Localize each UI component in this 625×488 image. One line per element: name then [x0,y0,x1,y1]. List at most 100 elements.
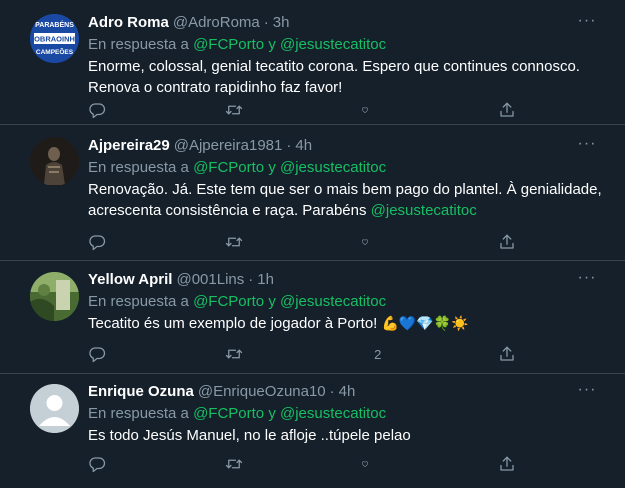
more-options-icon[interactable]: ··· [577,136,597,158]
mention-link[interactable]: @jesustecatitoc [371,202,477,219]
tweet-header: Enrique Ozuna @EnriqueOzuna10 · 4h [88,382,605,402]
reply-to-link[interactable]: @FCPorto y @jesustecatitoc [193,159,386,176]
tweet-content: Ajpereira29 @Ajpereira1981 · 4h En respu… [88,136,605,221]
share-icon [500,102,514,117]
tweet-content: Adro Roma @AdroRoma · 3h En respuesta a … [88,13,605,98]
tweet[interactable]: Ajpereira29 @Ajpereira1981 · 4h En respu… [0,125,625,261]
reply-prefix: En respuesta a [88,293,194,310]
share-icon [500,346,514,361]
like-icon [362,461,369,467]
tweet-actions: 2 [88,344,518,364]
reply-context: En respuesta a @FCPorto y @jesustecatito… [88,158,605,178]
tweet-text: Es todo Jesús Manuel, no le afloje ..túp… [88,427,411,444]
avatar-image [30,272,79,321]
share-icon [500,456,514,471]
retweet-icon [225,105,242,115]
avatar[interactable] [30,272,79,321]
display-name[interactable]: Yellow April [88,270,172,290]
retweet-button[interactable] [225,101,245,119]
tweet[interactable]: PARABÉNS OBRAOINH CAMPEÕES Adro Roma @Ad… [0,0,625,125]
tweet-content: Enrique Ozuna @EnriqueOzuna10 · 4h En re… [88,382,605,446]
reply-context: En respuesta a @FCPorto y @jesustecatito… [88,292,605,312]
more-options-icon[interactable]: ··· [577,13,597,35]
reply-context: En respuesta a @FCPorto y @jesustecatito… [88,35,605,55]
timestamp[interactable]: 4h [339,382,356,402]
reply-button[interactable] [88,233,108,251]
share-button[interactable] [498,345,518,363]
reply-button[interactable] [88,101,108,119]
tweet-feed: PARABÉNS OBRAOINH CAMPEÕES Adro Roma @Ad… [0,0,625,488]
like-button[interactable] [361,233,381,251]
timestamp[interactable]: 4h [295,136,312,156]
like-icon [362,239,369,245]
user-handle[interactable]: @001Lins [176,270,244,290]
tweet-header: Ajpereira29 @Ajpereira1981 · 4h [88,136,605,156]
avatar-line-2: OBRAOINH [34,35,75,44]
like-icon [362,107,369,113]
retweet-icon [225,349,242,359]
tweet-header: Adro Roma @AdroRoma · 3h [88,13,605,33]
avatar[interactable]: PARABÉNS OBRAOINH CAMPEÕES [30,14,79,63]
tweet[interactable]: Yellow April @001Lins · 1h En respuesta … [0,261,625,374]
tweet-actions [88,454,518,474]
tweet-text: Enorme, colossal, genial tecatito corona… [88,58,580,96]
reply-to-link[interactable]: @FCPorto y @jesustecatitoc [193,293,386,310]
tweet-text: Tecatito és um exemplo de jogador à Port… [88,313,605,334]
display-name[interactable]: Adro Roma [88,13,169,33]
user-handle[interactable]: @AdroRoma [173,13,260,33]
tweet-text-main: Renovação. Já. Este tem que ser o mais b… [88,181,602,219]
tweet-content: Yellow April @001Lins · 1h En respuesta … [88,270,605,334]
more-options-icon[interactable]: ··· [577,382,597,404]
avatar-image: PARABÉNS OBRAOINH CAMPEÕES [30,14,79,63]
share-button[interactable] [498,455,518,473]
reply-icon [89,103,106,119]
reply-context: En respuesta a @FCPorto y @jesustecatito… [88,404,605,424]
display-name[interactable]: Enrique Ozuna [88,382,194,402]
share-icon [500,234,514,249]
default-avatar-icon [30,384,79,433]
user-handle[interactable]: @EnriqueOzuna10 [198,382,326,402]
like-button[interactable]: 2 [361,345,381,363]
retweet-button[interactable] [225,233,245,251]
reply-prefix: En respuesta a [88,159,194,176]
reply-icon [89,457,106,473]
reply-to-link[interactable]: @FCPorto y @jesustecatitoc [193,36,386,53]
reply-icon [89,235,106,251]
timestamp[interactable]: 3h [273,13,290,33]
tweet-text-main: Tecatito és um exemplo de jogador à Port… [88,315,382,332]
retweet-icon [225,237,242,247]
reply-prefix: En respuesta a [88,405,194,422]
share-button[interactable] [498,101,518,119]
like-button[interactable] [361,101,381,119]
tweet-actions [88,232,518,252]
separator-dot: · [248,271,254,288]
like-icon [361,353,362,355]
avatar-line-3: CAMPEÕES [36,47,74,56]
avatar-line-1: PARABÉNS [35,20,74,29]
more-options-icon[interactable]: ··· [577,270,597,292]
emoji-sequence: 💪💙💎🍀☀️ [381,315,469,331]
reply-to-link[interactable]: @FCPorto y @jesustecatitoc [193,405,386,422]
tweet-actions [88,100,518,120]
reply-button[interactable] [88,455,108,473]
tweet-header: Yellow April @001Lins · 1h [88,270,605,290]
separator-dot: · [329,383,335,400]
user-handle[interactable]: @Ajpereira1981 [174,136,283,156]
reply-prefix: En respuesta a [88,36,194,53]
avatar[interactable] [30,384,79,433]
separator-dot: · [286,137,292,154]
like-button[interactable] [361,455,381,473]
retweet-button[interactable] [225,345,245,363]
display-name[interactable]: Ajpereira29 [88,136,170,156]
retweet-button[interactable] [225,455,245,473]
tweet-text: Renovação. Já. Este tem que ser o mais b… [88,179,605,221]
like-count: 2 [374,346,382,362]
avatar[interactable] [30,137,79,186]
share-button[interactable] [498,233,518,251]
reply-icon [89,347,106,363]
avatar-image [30,137,79,186]
reply-button[interactable] [88,345,108,363]
tweet[interactable]: Enrique Ozuna @EnriqueOzuna10 · 4h En re… [0,374,625,488]
separator-dot: · [263,14,269,31]
timestamp[interactable]: 1h [257,270,274,290]
